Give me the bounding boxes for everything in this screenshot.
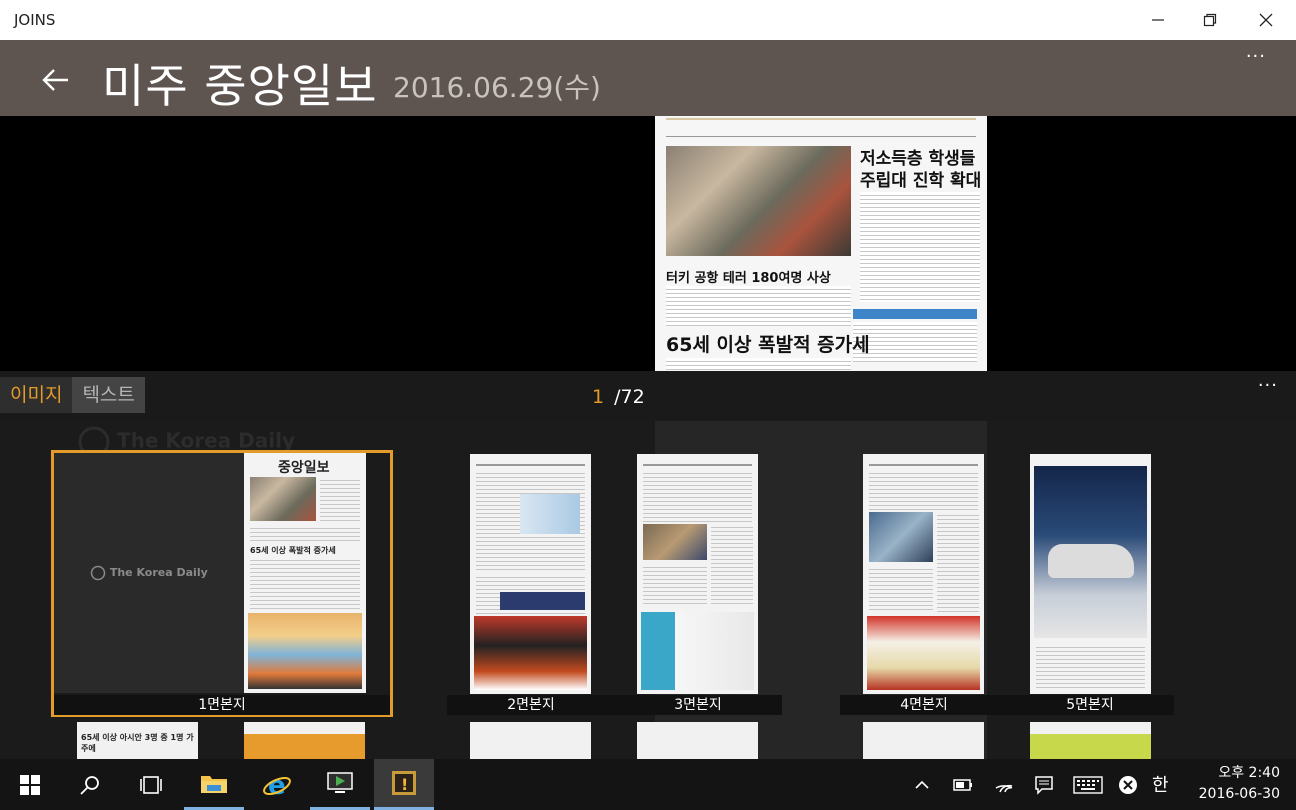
thumbnail-label-2[interactable]: 2면본지 bbox=[447, 695, 615, 715]
thumbnail-row2-1[interactable]: 65세 이상 아시안 3명 중 1명 가주에 bbox=[77, 722, 198, 759]
clock-period: 오후 bbox=[1218, 765, 1245, 781]
arrow-left-icon bbox=[42, 69, 68, 91]
thumbnail-label-1[interactable]: 1면본지 bbox=[54, 695, 390, 715]
thumbnail-label-4[interactable]: 4면본지 bbox=[840, 695, 1008, 715]
taskbar-file-explorer[interactable] bbox=[184, 759, 244, 810]
taskbar-media-app[interactable] bbox=[310, 759, 370, 810]
tab-image[interactable]: 이미지 bbox=[0, 377, 72, 413]
joins-app-icon: ! bbox=[392, 771, 416, 795]
ime-cross-icon bbox=[1119, 776, 1137, 794]
current-page: 1 bbox=[592, 386, 605, 408]
clock-date: 2016-06-30 bbox=[1198, 786, 1280, 802]
system-clock[interactable]: 오후 2:40 2016-06-30 bbox=[1199, 763, 1280, 805]
clock-time: 2:40 bbox=[1248, 765, 1280, 781]
tab-text[interactable]: 텍스트 bbox=[72, 377, 145, 413]
back-button[interactable] bbox=[38, 62, 74, 98]
search-icon bbox=[80, 775, 99, 795]
notification-icon bbox=[1035, 776, 1053, 795]
folder-icon bbox=[201, 776, 227, 793]
selected-page-frame bbox=[51, 450, 393, 717]
chevron-up-icon bbox=[915, 780, 929, 789]
touch-keyboard-button[interactable] bbox=[1070, 773, 1106, 797]
taskbar-internet-explorer[interactable]: e bbox=[247, 759, 307, 810]
battery-icon bbox=[953, 779, 972, 791]
restore-icon bbox=[1203, 13, 1217, 27]
thumbnail-row2-4[interactable] bbox=[637, 722, 758, 759]
news-photo bbox=[666, 146, 851, 256]
issue-date: 2016.06.29(수) bbox=[393, 71, 601, 104]
newspaper-page-preview[interactable]: 저소득층 학생들 주립대 진학 확대 터키 공항 테러 180여명 사상 65세… bbox=[655, 116, 987, 371]
blue-banner bbox=[853, 309, 977, 319]
close-icon bbox=[1259, 13, 1273, 27]
show-hidden-icons-button[interactable] bbox=[910, 773, 934, 797]
internet-explorer-icon: e bbox=[263, 771, 291, 800]
thumbnail-page-3[interactable] bbox=[637, 454, 758, 694]
minimize-icon bbox=[1152, 19, 1164, 21]
monitor-play-icon bbox=[327, 772, 353, 793]
app-name: JOINS bbox=[14, 11, 56, 29]
thumbnail-row2-2[interactable] bbox=[244, 722, 365, 759]
watermark-text: The Korea Daily bbox=[116, 428, 295, 453]
page-viewer[interactable]: 저소득층 학생들 주립대 진학 확대 터키 공항 테러 180여명 사상 65세… bbox=[0, 116, 1296, 371]
thumbnail-page-2[interactable] bbox=[470, 454, 591, 694]
wifi-icon bbox=[995, 784, 1013, 793]
start-button[interactable] bbox=[0, 759, 60, 810]
total-pages: /72 bbox=[614, 386, 645, 408]
thumbnail-row2-3[interactable] bbox=[470, 722, 591, 759]
view-toolbar: 이미지 텍스트 1/72 ··· bbox=[0, 371, 1296, 421]
windows-taskbar: e ! 한 오후 2:40 2016-06-30 bbox=[0, 759, 1296, 810]
thumbnail-page-5[interactable] bbox=[1030, 454, 1151, 694]
action-center-button[interactable] bbox=[1030, 773, 1058, 797]
app-window: JOINS 미주 중앙일보 2016.06.29(수) ··· 저소득층 학생들 bbox=[0, 0, 1296, 810]
page-counter: 1/72 bbox=[592, 386, 645, 408]
thumbnail-row2-6[interactable] bbox=[1030, 722, 1151, 759]
input-language[interactable]: 한 bbox=[1152, 771, 1169, 797]
app-header: 미주 중앙일보 2016.06.29(수) ··· bbox=[0, 40, 1296, 116]
ime-mode-button[interactable] bbox=[1116, 773, 1140, 797]
preview-headline-2: 주립대 진학 확대 bbox=[860, 171, 982, 191]
task-view-icon bbox=[140, 775, 162, 794]
maximize-button[interactable] bbox=[1184, 0, 1236, 40]
minimize-button[interactable] bbox=[1132, 0, 1184, 40]
header-more-button[interactable]: ··· bbox=[1246, 46, 1266, 67]
svg-text:!: ! bbox=[401, 775, 408, 794]
preview-headline-4: 65세 이상 폭발적 증가세 bbox=[666, 334, 870, 356]
thumbnail-row2-5[interactable] bbox=[863, 722, 984, 759]
toolbar-more-button[interactable]: ··· bbox=[1258, 375, 1278, 396]
network-status[interactable] bbox=[990, 773, 1018, 797]
svg-text:e: e bbox=[268, 771, 286, 800]
keyboard-icon bbox=[1073, 776, 1103, 794]
battery-status[interactable] bbox=[948, 773, 976, 797]
task-view-button[interactable] bbox=[121, 759, 181, 810]
search-button[interactable] bbox=[60, 759, 120, 810]
row2-1-headline: 65세 이상 아시안 3명 중 1명 가주에 bbox=[81, 733, 194, 753]
page-title: 미주 중앙일보 bbox=[102, 59, 378, 113]
view-mode-tabs: 이미지 텍스트 bbox=[0, 377, 145, 413]
thumbnail-strip[interactable]: The Korea Daily The Korea Daily 중앙일보 65세… bbox=[0, 421, 1296, 759]
taskbar-joins-app[interactable]: ! bbox=[374, 759, 434, 810]
window-titlebar: JOINS bbox=[0, 0, 1296, 40]
windows-logo-icon bbox=[20, 774, 40, 795]
thumbnail-label-5[interactable]: 5면본지 bbox=[1006, 695, 1174, 715]
preview-headline-3: 터키 공항 테러 180여명 사상 bbox=[666, 271, 831, 286]
close-button[interactable] bbox=[1240, 0, 1292, 40]
thumbnail-label-3[interactable]: 3면본지 bbox=[614, 695, 782, 715]
thumbnail-page-4[interactable] bbox=[863, 454, 984, 694]
